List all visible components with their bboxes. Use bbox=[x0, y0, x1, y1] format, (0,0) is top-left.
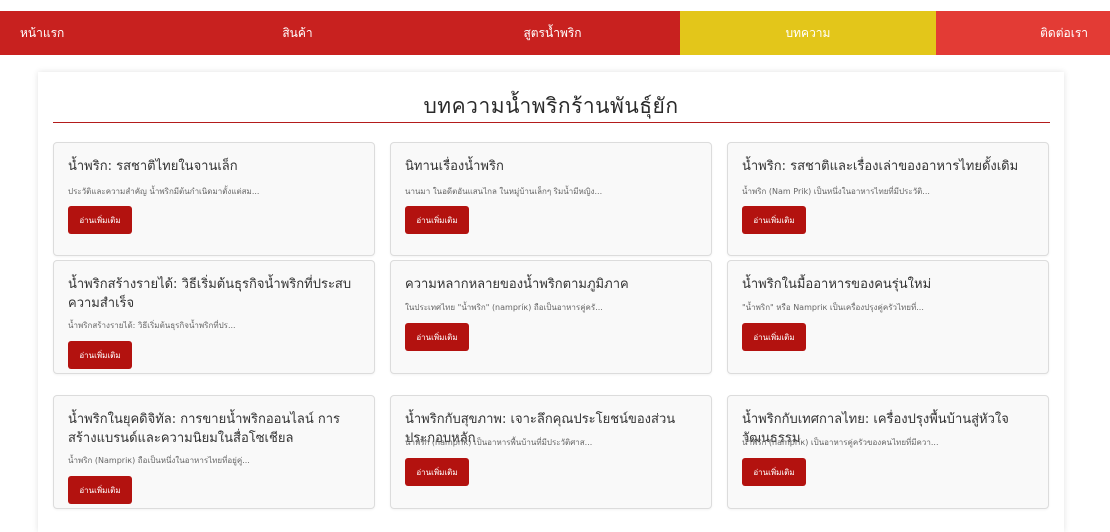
article-card: น้ำพริก: รสชาติไทยในจานเล็ก ประวัติและคว… bbox=[53, 142, 375, 256]
article-excerpt: "น้ำพริก" หรือ Nampriк เป็นเครื่องปรุงคู… bbox=[742, 303, 924, 312]
read-more-button[interactable]: อ่านเพิ่มเติม bbox=[405, 323, 469, 351]
article-excerpt: น้ำพริก (Nampriк) ถือเป็นหนึ่งในอาหารไทย… bbox=[68, 456, 250, 465]
read-more-button[interactable]: อ่านเพิ่มเติม bbox=[68, 206, 132, 234]
read-more-button[interactable]: อ่านเพิ่มเติม bbox=[68, 341, 132, 369]
article-title[interactable]: ความหลากหลายของน้ำพริกตามภูมิภาค bbox=[405, 275, 701, 294]
article-excerpt: นานมา ในอดีตอันแสนไกล ในหมู่บ้านเล็กๆ ริ… bbox=[405, 187, 603, 196]
article-excerpt: น้ำพริก (nampríк) เป็นอาหารพื้นบ้านที่มี… bbox=[405, 438, 593, 447]
title-divider bbox=[53, 122, 1050, 123]
read-more-button[interactable]: อ่านเพิ่มเติม bbox=[68, 476, 132, 504]
nav-products[interactable]: สินค้า bbox=[170, 11, 425, 55]
top-navigation: หน้าแรก สินค้า สูตรน้ำพริก บทความ ติดต่อ… bbox=[0, 11, 1110, 55]
article-title[interactable]: น้ำพริกในยุคดิจิทัล: การขายน้ำพริกออนไลน… bbox=[68, 410, 364, 448]
read-more-button[interactable]: อ่านเพิ่มเติม bbox=[742, 323, 806, 351]
article-title[interactable]: น้ำพริก: รสชาติไทยในจานเล็ก bbox=[68, 157, 364, 176]
article-card: น้ำพริกกับสุขภาพ: เจาะลึกคุณประโยชน์ของส… bbox=[390, 395, 712, 509]
article-title[interactable]: น้ำพริก: รสชาติและเรื่องเล่าของอาหารไทยด… bbox=[742, 157, 1038, 176]
article-card: น้ำพริกกับเทศกาลไทย: เครื่องปรุงพื้นบ้าน… bbox=[727, 395, 1049, 509]
article-card: น้ำพริกสร้างรายได้: วิธีเริ่มต้นธุรกิจน้… bbox=[53, 260, 375, 374]
article-card: ความหลากหลายของน้ำพริกตามภูมิภาค ในประเท… bbox=[390, 260, 712, 374]
article-excerpt: ประวัติและความสำคัญ น้ำพริกมีต้นกำเนิดมา… bbox=[68, 187, 260, 196]
article-title[interactable]: นิทานเรื่องน้ำพริก bbox=[405, 157, 701, 176]
article-title[interactable]: น้ำพริกสร้างรายได้: วิธีเริ่มต้นธุรกิจน้… bbox=[68, 275, 364, 313]
article-excerpt: น้ำพริกสร้างรายได้: วิธีเริ่มต้นธุรกิจน้… bbox=[68, 321, 236, 330]
article-excerpt: น้ำพริก (Nam Prik) เป็นหนึ่งในอาหารไทยที… bbox=[742, 187, 930, 196]
article-excerpt: ในประเทศไทย "น้ำพริก" (nampríк) ถือเป็นอ… bbox=[405, 303, 603, 312]
article-excerpt: น้ำพริก (nampríк) เป็นอาหารคู่ครัวของคนไ… bbox=[742, 438, 939, 447]
read-more-button[interactable]: อ่านเพิ่มเติม bbox=[405, 206, 469, 234]
article-card: น้ำพริก: รสชาติและเรื่องเล่าของอาหารไทยด… bbox=[727, 142, 1049, 256]
page-title: บทความน้ำพริกร้านพันธุ์ยัก bbox=[423, 94, 679, 118]
article-card: นิทานเรื่องน้ำพริก นานมา ในอดีตอันแสนไกล… bbox=[390, 142, 712, 256]
article-card: น้ำพริกในยุคดิจิทัล: การขายน้ำพริกออนไลน… bbox=[53, 395, 375, 509]
nav-contact[interactable]: ติดต่อเรา bbox=[936, 11, 1110, 55]
read-more-button[interactable]: อ่านเพิ่มเติม bbox=[742, 206, 806, 234]
nav-articles[interactable]: บทความ bbox=[680, 11, 936, 55]
articles-container: บทความน้ำพริกร้านพันธุ์ยัก น้ำพริก: รสชา… bbox=[38, 72, 1064, 532]
article-title[interactable]: น้ำพริกในมื้ออาหารของคนรุ่นใหม่ bbox=[742, 275, 1038, 294]
nav-recipes[interactable]: สูตรน้ำพริก bbox=[425, 11, 680, 55]
nav-home[interactable]: หน้าแรก bbox=[0, 11, 170, 55]
read-more-button[interactable]: อ่านเพิ่มเติม bbox=[405, 458, 469, 486]
read-more-button[interactable]: อ่านเพิ่มเติม bbox=[742, 458, 806, 486]
article-card: น้ำพริกในมื้ออาหารของคนรุ่นใหม่ "น้ำพริก… bbox=[727, 260, 1049, 374]
